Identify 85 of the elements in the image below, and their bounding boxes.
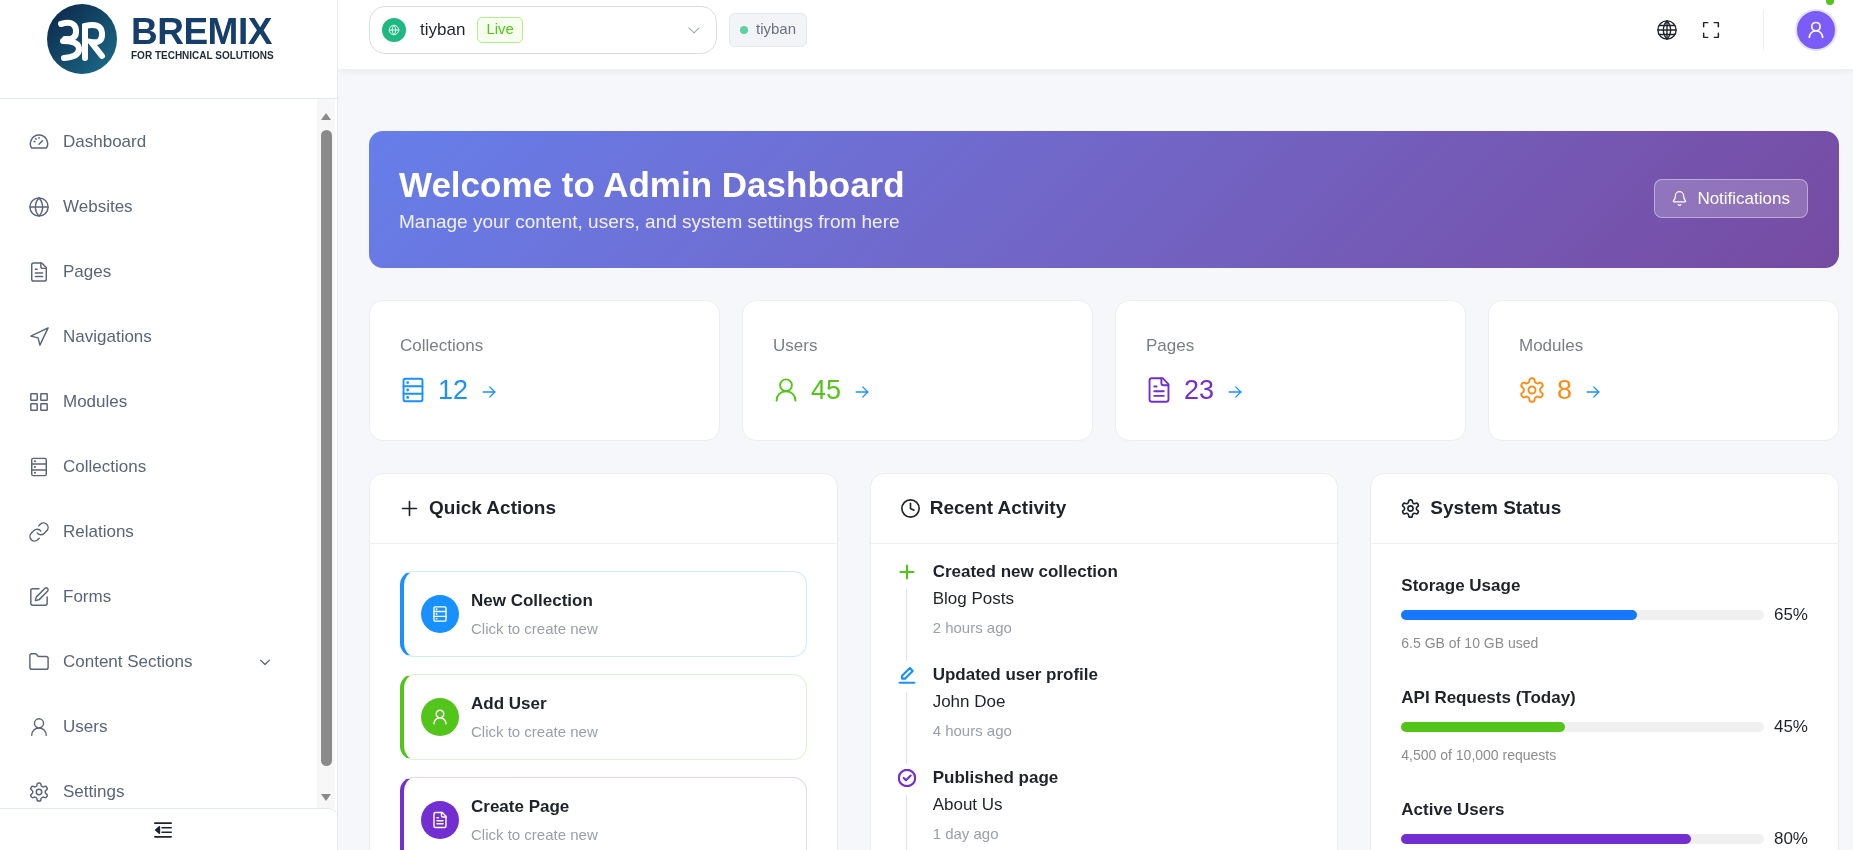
bell-icon	[1672, 191, 1688, 206]
arrow-right-icon[interactable]	[481, 384, 498, 400]
sidebar-item[interactable]: Navigations	[0, 304, 337, 369]
stat-value: 12	[438, 374, 469, 407]
sidebar-item[interactable]: Dashboard	[0, 109, 337, 174]
site-name: tiyban	[756, 19, 797, 40]
arrow-right-icon[interactable]	[1585, 384, 1602, 400]
scroll-up-arrow-icon[interactable]	[321, 113, 331, 120]
panel-title: Recent Activity	[929, 496, 1067, 521]
arrow-right-icon[interactable]	[854, 384, 871, 400]
globe-icon[interactable]	[1657, 19, 1677, 40]
sidebar-item[interactable]: Forms	[0, 564, 337, 629]
action-subtitle: Click to create new	[471, 619, 598, 639]
sidebar-item[interactable]: Users	[0, 694, 337, 759]
panel-title: Quick Actions	[429, 496, 557, 521]
sidebar-item[interactable]: Relations	[0, 499, 337, 564]
database-icon	[29, 456, 49, 477]
status-detail: 4,500 of 10,000 requests	[1401, 746, 1558, 765]
activity-time: 1 day ago	[932, 824, 1000, 844]
stat-value: 23	[1184, 374, 1215, 407]
stat-label: Collections	[400, 335, 485, 357]
activity-time: 2 hours ago	[932, 618, 1013, 638]
clock-icon	[900, 499, 920, 518]
action-title: New Collection	[471, 590, 594, 612]
action-title: Create Page	[471, 796, 571, 818]
scrollbar-thumb[interactable]	[321, 130, 332, 766]
navigation-arrow-icon	[29, 326, 49, 347]
activity-title: Published page	[932, 767, 1059, 789]
user-avatar-icon[interactable]	[1795, 8, 1837, 51]
document-icon	[29, 261, 49, 282]
status-detail: 6.5 GB of 10 GB used	[1401, 634, 1540, 653]
sidebar-item[interactable]: Settings	[0, 759, 337, 808]
globe-icon	[382, 17, 406, 42]
action-subtitle: Click to create new	[471, 825, 598, 845]
notifications-button[interactable]: Notifications	[1654, 179, 1808, 218]
status-label: Storage Usage	[1401, 575, 1522, 597]
fullscreen-icon[interactable]	[1702, 20, 1720, 39]
sidebar-item[interactable]: Modules	[0, 369, 337, 434]
sidebar-item[interactable]: Pages	[0, 239, 337, 304]
quick-action-button[interactable]: Add User Click to create new	[400, 674, 807, 760]
activity-title: Created new collection	[932, 561, 1118, 583]
activity-detail: Blog Posts	[932, 588, 1015, 610]
gauge-icon	[29, 131, 49, 152]
settings-icon	[29, 781, 49, 802]
activity-time: 4 hours ago	[932, 721, 1013, 741]
stat-label: Users	[773, 335, 819, 357]
sidebar-item[interactable]: Collections	[0, 434, 337, 499]
progress-reading: 65%	[1773, 604, 1808, 627]
activity-detail: About Us	[932, 794, 1004, 816]
user-icon	[29, 716, 49, 737]
stat-value: 45	[811, 374, 842, 407]
settings-icon	[1401, 499, 1421, 518]
panel-title: System Status	[1430, 496, 1562, 521]
sidebar-item[interactable]: Websites	[0, 174, 337, 239]
status-dot-icon	[740, 25, 748, 34]
grid-icon	[29, 391, 49, 412]
activity-detail: John Doe	[932, 691, 1007, 713]
quick-action-button[interactable]: New Collection Click to create new	[400, 571, 807, 657]
banner-title: Welcome to Admin Dashboard	[399, 164, 905, 205]
sidebar-item[interactable]: Content Sections	[0, 629, 337, 694]
banner-subtitle: Manage your content, users, and system settings from here	[399, 209, 901, 234]
progress-reading: 45%	[1773, 716, 1808, 739]
stat-value: 8	[1557, 374, 1573, 407]
stat-label: Modules	[1519, 335, 1585, 357]
logo-icon	[47, 4, 117, 74]
live-badge: Live	[477, 16, 523, 43]
menu-collapse-icon[interactable]	[152, 819, 173, 840]
plus-icon	[400, 499, 419, 518]
globe-icon	[29, 196, 49, 217]
stat-label: Pages	[1146, 335, 1196, 357]
scroll-down-arrow-icon[interactable]	[321, 794, 331, 801]
activity-title: Updated user profile	[932, 664, 1098, 686]
action-subtitle: Click to create new	[471, 722, 598, 742]
progress-reading: 80%	[1773, 828, 1808, 850]
folder-icon	[29, 651, 49, 672]
site-select[interactable]: tiyban Live	[369, 5, 717, 54]
quick-action-button[interactable]: Create Page Click to create new	[400, 777, 807, 850]
action-title: Add User	[471, 693, 548, 715]
logo-tagline: FOR TECHNICAL SOLUTIONS	[131, 50, 274, 62]
arrow-right-icon[interactable]	[1227, 384, 1244, 400]
status-label: API Requests (Today)	[1401, 687, 1577, 709]
status-label: Active Users	[1401, 799, 1506, 821]
logo-name: BREMIX	[131, 16, 272, 47]
edit-icon	[29, 586, 49, 607]
link-icon	[29, 521, 49, 542]
